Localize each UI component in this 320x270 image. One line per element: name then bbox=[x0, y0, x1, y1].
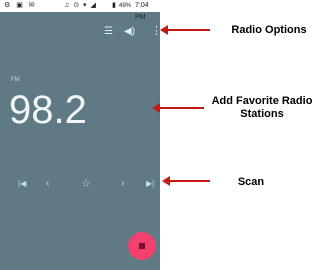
battery-percent: 49% bbox=[119, 3, 132, 9]
skip-next-icon[interactable]: ▶| bbox=[146, 178, 154, 190]
chevron-left-icon[interactable]: ‹ bbox=[46, 178, 49, 190]
callout-radio-options: Radio Options bbox=[231, 24, 307, 36]
status-time: 7:04 PM bbox=[135, 2, 149, 21]
arrow-add-favorite bbox=[152, 103, 204, 113]
skip-previous-icon[interactable]: |◀ bbox=[18, 178, 26, 190]
chevron-right-icon[interactable]: › bbox=[121, 178, 124, 190]
arrow-scan bbox=[162, 176, 210, 186]
battery-icon: ▮ bbox=[112, 2, 116, 9]
band-label: FM bbox=[11, 77, 20, 83]
radio-app-screen: ⚙ ▣ ✉ ♫ ⊙ ▾ ◢ ▮ 49% 7:04 PM ☰ ◀) ⋮ FM 98… bbox=[0, 0, 160, 270]
star-outline-icon[interactable]: ☆ bbox=[81, 178, 91, 190]
more-vert-icon[interactable]: ⋮ bbox=[151, 26, 160, 37]
status-bar: ⚙ ▣ ✉ ♫ ⊙ ▾ ◢ ▮ 49% 7:04 PM bbox=[0, 0, 160, 21]
arrow-radio-options bbox=[160, 25, 210, 35]
stop-button[interactable] bbox=[128, 232, 156, 260]
frequency-display: 98.2 bbox=[9, 88, 87, 132]
callout-add-favorite: Add Favorite Radio Stations bbox=[211, 95, 313, 120]
callout-scan: Scan bbox=[237, 176, 265, 188]
status-left-icons: ⚙ ▣ ✉ bbox=[4, 2, 37, 9]
stop-icon bbox=[139, 243, 145, 249]
volume-icon[interactable]: ◀) bbox=[124, 27, 135, 37]
list-icon[interactable]: ☰ bbox=[104, 27, 113, 37]
status-mid-icons: ♫ ⊙ ▾ ◢ bbox=[64, 2, 97, 9]
